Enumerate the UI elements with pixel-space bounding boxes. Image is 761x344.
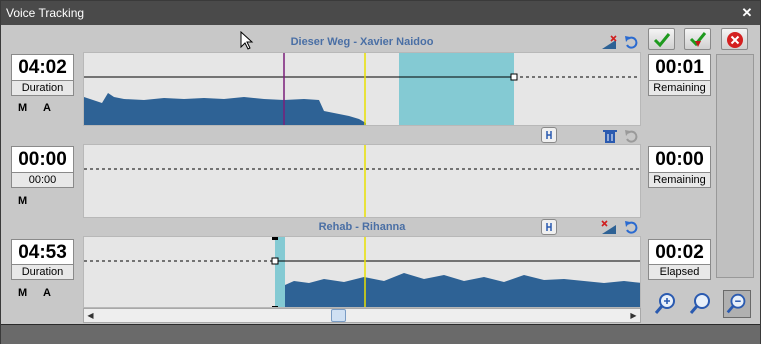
track2-auto-button[interactable]: A — [43, 287, 51, 299]
checkmark-icon — [653, 33, 671, 48]
zoom-out-button[interactable] — [723, 290, 751, 318]
track2-time-box: 04:53 — [11, 239, 74, 267]
track1-right-time-box: 00:01 — [648, 54, 711, 82]
accept-down-button[interactable] — [684, 28, 711, 50]
cancel-icon — [727, 32, 743, 48]
voice-right-time: 00:00 — [655, 149, 704, 170]
track1-overlap-region — [399, 53, 514, 125]
link-icon[interactable] — [541, 219, 557, 235]
track2-right-label: Elapsed — [648, 264, 711, 280]
mute-button[interactable]: M — [18, 102, 27, 114]
voice-time: 00:00 — [18, 149, 67, 170]
checkmark-down-icon — [689, 32, 707, 47]
scroll-right-icon[interactable]: ▶ — [627, 309, 640, 322]
track2-right-time: 00:02 — [655, 242, 704, 263]
voice-time-label: 00:00 — [11, 172, 74, 188]
trash-icon[interactable] — [601, 128, 619, 144]
zoom-icon[interactable] — [687, 290, 715, 318]
voice-time-box: 00:00 — [11, 146, 74, 174]
voice-mute-button[interactable]: M — [18, 195, 27, 207]
track2-overlap-region — [275, 237, 285, 307]
track1-right-label: Remaining — [648, 80, 711, 96]
fade-in-remove-icon[interactable] — [601, 219, 619, 235]
mouse-cursor-icon — [240, 31, 254, 50]
close-icon[interactable]: ✕ — [740, 1, 754, 25]
track2-time-label: Duration — [11, 264, 74, 280]
horizontal-scrollbar[interactable]: ◀ ▶ — [83, 308, 641, 323]
scroll-left-icon[interactable]: ◀ — [84, 309, 97, 322]
track2-start-marker-top[interactable] — [272, 237, 278, 240]
link-icon[interactable] — [541, 127, 557, 143]
auto-button[interactable]: A — [43, 102, 51, 114]
status-bar — [1, 324, 760, 344]
track2-fade-handle[interactable] — [271, 257, 279, 265]
track1-time-label: Duration — [11, 80, 74, 96]
track1-fade-handle[interactable] — [510, 73, 518, 81]
zoom-in-icon[interactable] — [652, 290, 680, 318]
volume-panel[interactable] — [716, 54, 754, 278]
track1-time: 04:02 — [18, 57, 67, 78]
track1-right-time: 00:01 — [655, 57, 704, 78]
track2-right-time-box: 00:02 — [648, 239, 711, 267]
cancel-button[interactable] — [721, 28, 748, 50]
track2-waveform — [285, 273, 640, 307]
undo-disabled-icon — [625, 130, 638, 143]
track2-title: Rehab - Rihanna — [318, 221, 406, 233]
track1-waveform — [84, 93, 366, 125]
track2-mute-button[interactable]: M — [18, 287, 27, 299]
track1-title: Dieser Weg - Xavier Naidoo — [290, 36, 434, 48]
window-title: Voice Tracking — [6, 6, 85, 20]
voice-lane[interactable] — [83, 144, 641, 218]
zoom-out-icon — [726, 293, 746, 314]
fade-out-remove-icon[interactable] — [601, 34, 619, 50]
undo-icon[interactable] — [623, 34, 641, 50]
track2-time: 04:53 — [18, 242, 67, 263]
title-bar: Voice Tracking ✕ — [1, 1, 760, 25]
track1-time-box: 04:02 — [11, 54, 74, 82]
voice-right-label: Remaining — [648, 172, 711, 188]
accept-button[interactable] — [648, 28, 675, 50]
scrollbar-thumb[interactable] — [331, 309, 346, 322]
voice-right-time-box: 00:00 — [648, 146, 711, 174]
track1-waveform-lane[interactable] — [83, 52, 641, 126]
undo-icon[interactable] — [623, 219, 641, 235]
voice-tracking-window: Voice Tracking ✕ Dieser Weg - Xavier Nai… — [0, 0, 761, 344]
track2-waveform-lane[interactable] — [83, 236, 641, 308]
